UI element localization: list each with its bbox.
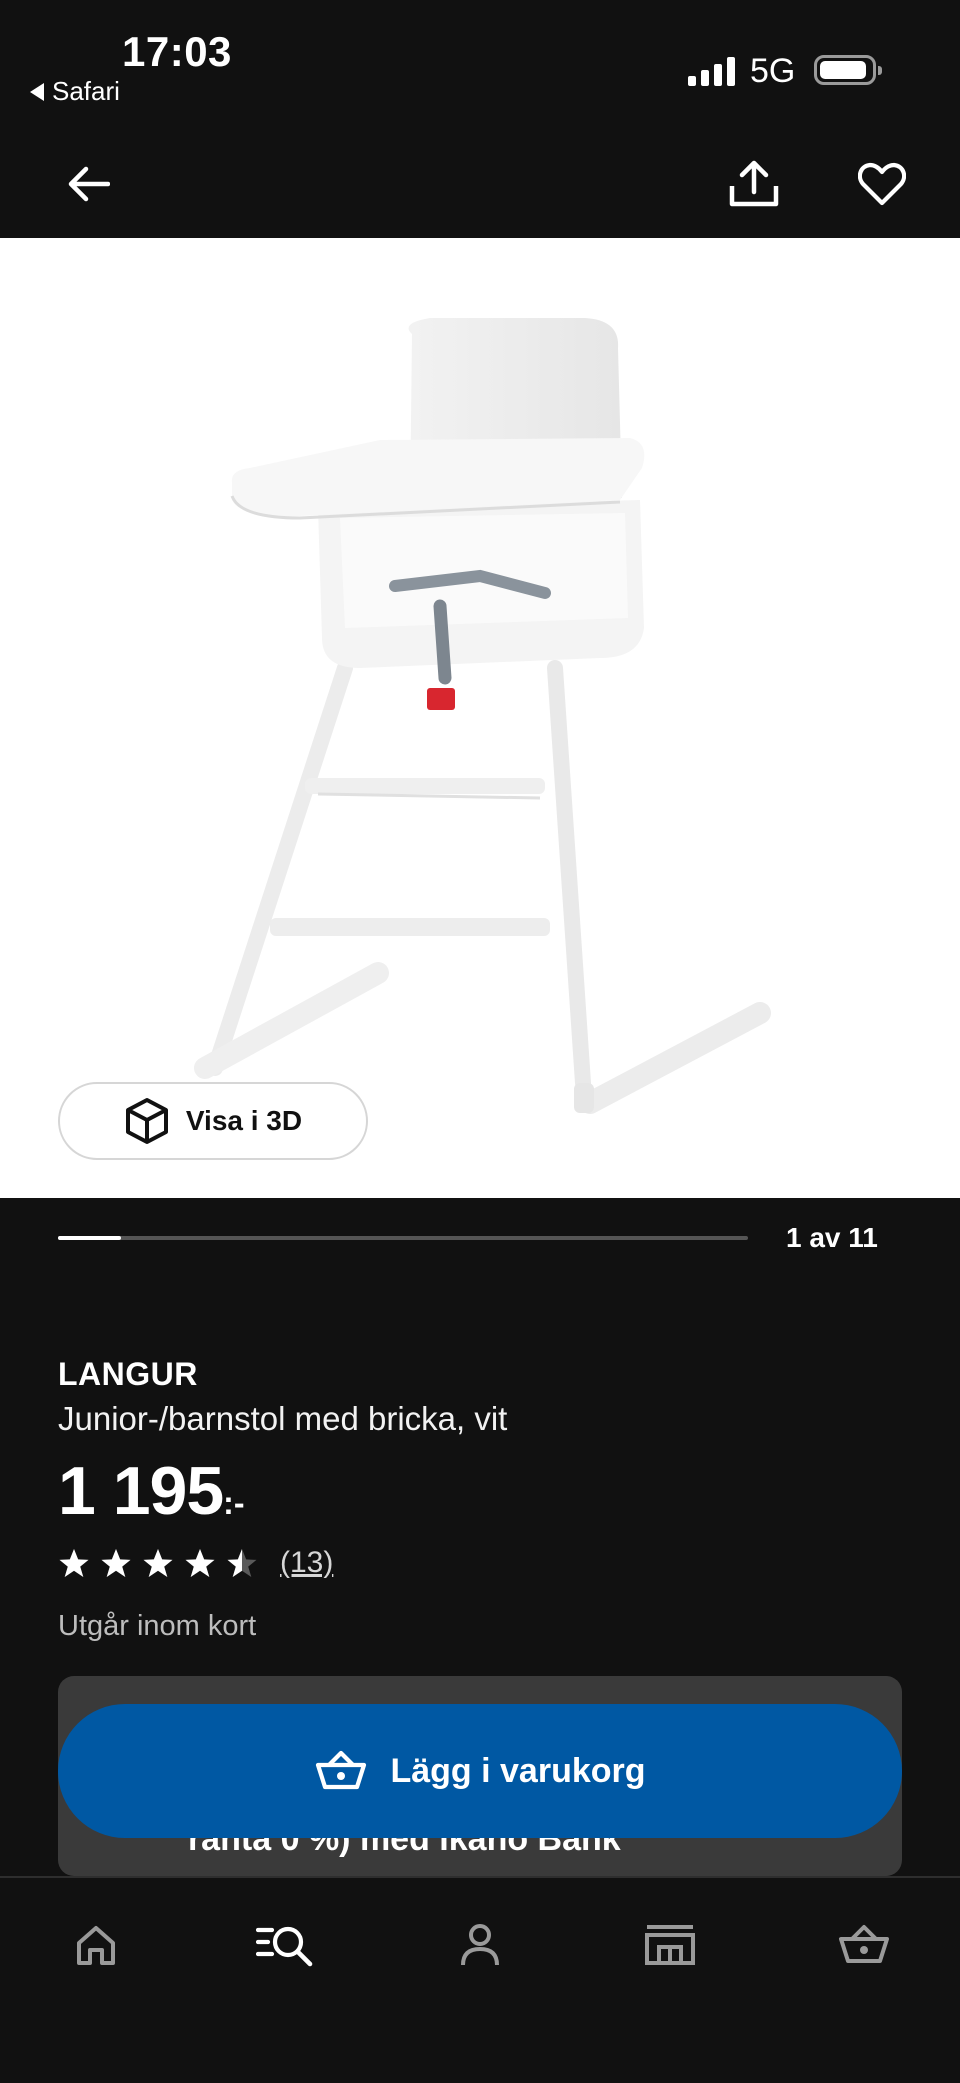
add-to-cart-button[interactable]: Lägg i varukorg	[58, 1704, 902, 1838]
tab-search[interactable]	[246, 1910, 326, 1980]
rating-stars	[58, 1548, 258, 1578]
product-description: Junior-/barnstol med bricka, vit	[58, 1400, 508, 1437]
network-label: 5G	[750, 52, 796, 90]
view-3d-button[interactable]: Visa i 3D	[58, 1082, 368, 1160]
tab-account[interactable]	[440, 1910, 520, 1980]
share-button[interactable]	[718, 148, 790, 220]
cube-3d-icon	[125, 1098, 168, 1144]
star-icon	[101, 1549, 131, 1577]
account-icon	[461, 1924, 499, 1966]
status-time: 17:03	[122, 28, 232, 75]
product-image[interactable]	[0, 238, 960, 1198]
heart-icon	[858, 162, 906, 206]
back-to-app[interactable]: Safari	[30, 76, 120, 107]
product-price: 1 195 :-	[58, 1452, 244, 1530]
battery-icon	[814, 55, 882, 85]
back-triangle-icon	[30, 82, 44, 101]
back-app-label: Safari	[52, 76, 120, 106]
star-icon	[143, 1549, 173, 1577]
cart-icon	[839, 1925, 889, 1963]
tab-home[interactable]	[56, 1910, 136, 1980]
high-chair-image	[194, 318, 771, 1114]
share-icon	[729, 160, 779, 207]
view-3d-label: Visa i 3D	[185, 1105, 303, 1136]
signal-icon	[688, 54, 735, 86]
price-suffix: :-	[223, 1485, 245, 1521]
star-icon	[227, 1549, 257, 1577]
price-value: 1 195	[58, 1453, 224, 1529]
stock-note: Utgår inom kort	[58, 1610, 257, 1642]
rating[interactable]: (13)	[58, 1546, 333, 1580]
tab-stores[interactable]	[630, 1910, 710, 1980]
search-icon	[256, 1926, 313, 1967]
favorite-button[interactable]	[846, 148, 918, 220]
product-brand: LANGUR	[58, 1356, 198, 1392]
store-icon	[645, 1925, 695, 1965]
gallery-counter: 1 av 11	[786, 1222, 878, 1253]
review-count-link[interactable]: (13)	[280, 1546, 333, 1580]
star-icon	[59, 1549, 89, 1577]
bottom-tab-bar	[0, 1876, 960, 2083]
gallery-progress	[58, 1236, 748, 1240]
tab-cart[interactable]	[824, 1910, 904, 1980]
back-button[interactable]	[52, 148, 124, 220]
arrow-left-icon	[68, 166, 110, 202]
home-icon	[77, 1926, 115, 1965]
basket-icon	[316, 1750, 367, 1790]
add-to-cart-label: Lägg i varukorg	[390, 1751, 646, 1790]
star-icon	[185, 1549, 215, 1577]
gallery-progress-fill	[58, 1236, 121, 1240]
